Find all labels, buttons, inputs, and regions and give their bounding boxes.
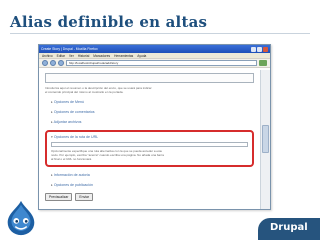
url-alias-input[interactable] [51,142,248,147]
window-controls [251,46,268,52]
back-icon[interactable] [42,60,48,66]
url-path-help-line: al final o el URL no funcionará. [51,157,92,161]
drupal-brand-badge: Drupal [258,218,320,240]
fieldset-url-path[interactable]: Opciones de la ruta de URL [51,135,248,140]
vertical-scrollbar[interactable] [260,70,270,209]
go-button[interactable] [259,60,267,66]
menu-view[interactable]: Ver [69,54,74,58]
menu-bookmarks[interactable]: Marcadores [93,54,110,58]
browser-titlebar: Create Story | Drupal - Mozilla Firefox [39,45,270,53]
slide-title: Alias definible en altas [10,13,208,31]
minimize-icon[interactable] [251,46,256,52]
fieldset-authoring[interactable]: Información de autoría [51,173,254,178]
fieldset-file-attachments[interactable]: Adjuntar archivos [51,120,254,125]
description-line: el contenido principal del mismo al most… [45,90,124,94]
menu-tools[interactable]: Herramientas [114,54,133,58]
drupal-drop-logo [7,200,35,236]
maximize-icon[interactable] [257,46,262,52]
url-path-settings-highlight: Opciones de la ruta de URL Opcionalmente… [45,130,254,167]
menu-edit[interactable]: Editar [57,54,65,58]
address-bar[interactable]: http://localhost/drupal/node/add/story [66,60,257,66]
fieldset-comments[interactable]: Opciones de comentarios [51,110,254,115]
fieldset-menu[interactable]: Opciones de Menú [51,100,254,105]
menu-file[interactable]: Archivo [42,54,53,58]
body-textarea[interactable] [45,73,254,83]
brand-label: Drupal [270,222,308,233]
submit-button[interactable]: Enviar [75,193,94,201]
menu-help[interactable]: Ayuda [137,54,146,58]
forward-icon[interactable] [50,60,56,66]
browser-window-title: Create Story | Drupal - Mozilla Firefox [41,47,98,51]
fieldset-publishing[interactable]: Opciones de publicación [51,183,254,188]
page-content: Introduzca aquí el resumen o la descripc… [39,70,260,209]
browser-screenshot: Create Story | Drupal - Mozilla Firefox … [38,44,271,210]
browser-toolbar: http://localhost/drupal/node/add/story [39,59,270,68]
form-actions: Previsualizar Enviar [45,193,254,201]
scrollbar-thumb[interactable] [262,125,269,153]
menu-history[interactable]: Historial [78,54,90,58]
title-divider [10,33,310,34]
body-description: Introduzca aquí el resumen o la descripc… [45,86,254,94]
reload-icon[interactable] [58,60,64,66]
preview-button[interactable]: Previsualizar [45,193,73,201]
close-icon[interactable] [263,46,268,52]
